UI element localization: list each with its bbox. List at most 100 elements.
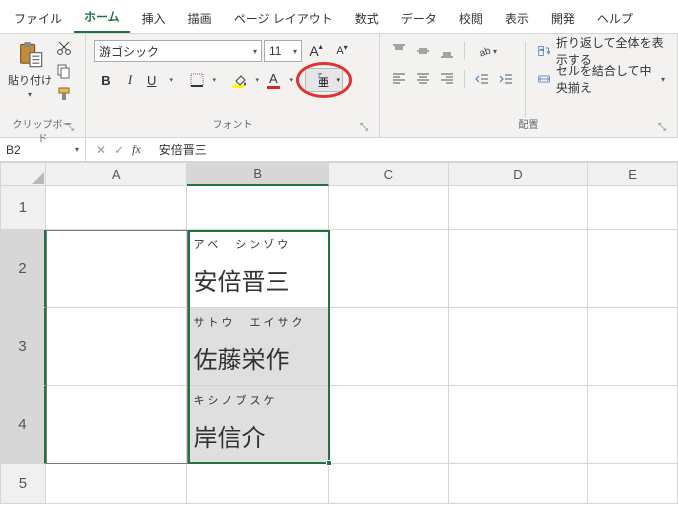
format-painter-button[interactable]: [56, 86, 72, 105]
tab-home[interactable]: ホーム: [74, 4, 130, 33]
font-color-button[interactable]: A▾: [262, 69, 296, 91]
cell-b3[interactable]: サトウ エイサク 佐藤栄作: [187, 308, 329, 386]
cell-b4-ruby: キシノブスケ: [193, 392, 277, 408]
cell-a2[interactable]: [46, 230, 188, 308]
font-dialog-launcher[interactable]: ⤡: [357, 121, 371, 135]
cell-a5[interactable]: [46, 464, 188, 504]
col-header-d[interactable]: D: [449, 162, 589, 186]
row-header-4[interactable]: 4: [0, 386, 46, 464]
copy-button[interactable]: [56, 63, 72, 82]
chevron-down-icon[interactable]: ▾: [28, 90, 32, 99]
row-header-5[interactable]: 5: [0, 464, 46, 504]
cell-b3-text: 佐藤栄作: [193, 340, 289, 375]
border-button[interactable]: ▾: [185, 69, 219, 91]
alignment-dialog-launcher[interactable]: ⤡: [655, 121, 669, 135]
cell-c1[interactable]: [329, 186, 449, 230]
cell-e5[interactable]: [588, 464, 678, 504]
chevron-down-icon[interactable]: ▾: [661, 75, 665, 84]
cell-a3[interactable]: [46, 308, 188, 386]
cell-c4[interactable]: [329, 386, 449, 464]
chevron-down-icon: ▾: [336, 76, 340, 84]
cell-d2[interactable]: [449, 230, 589, 308]
cell-b2-text: 安倍晋三: [193, 262, 289, 297]
chevron-down-icon: ▾: [255, 76, 259, 84]
underline-button[interactable]: U▾: [142, 69, 176, 91]
cut-button[interactable]: [56, 40, 72, 59]
worksheet-grid: A B C D E 1 2 アベ シンゾウ 安倍晋三 3 サトウ エイサク 佐藤…: [0, 162, 678, 504]
decrease-indent-button[interactable]: [471, 68, 493, 90]
row-header-1[interactable]: 1: [0, 186, 46, 230]
font-size-select[interactable]: 11▾: [264, 40, 302, 62]
cell-c5[interactable]: [329, 464, 449, 504]
fx-icon[interactable]: fx: [132, 142, 141, 157]
tab-draw[interactable]: 描画: [178, 6, 222, 33]
align-bottom-button[interactable]: [436, 40, 458, 62]
cell-d4[interactable]: [449, 386, 589, 464]
chevron-down-icon: ▾: [493, 47, 497, 56]
tab-view[interactable]: 表示: [495, 6, 539, 33]
select-all-triangle[interactable]: [0, 162, 46, 186]
svg-text:ab: ab: [539, 48, 543, 52]
paste-button[interactable]: 貼り付け ▾: [8, 40, 52, 119]
phonetic-guide-button[interactable]: ア亜 ▾: [305, 68, 343, 92]
italic-button[interactable]: I: [118, 69, 142, 91]
wrap-text-button[interactable]: ab 折り返して全体を表示する: [534, 40, 669, 62]
col-header-a[interactable]: A: [46, 162, 188, 186]
chevron-down-icon[interactable]: ▾: [75, 145, 79, 154]
cell-b1[interactable]: [187, 186, 329, 230]
align-center-button[interactable]: [412, 68, 434, 90]
align-left-button[interactable]: [388, 68, 410, 90]
cell-c2[interactable]: [329, 230, 449, 308]
align-middle-button[interactable]: [412, 40, 434, 62]
svg-text:亜: 亜: [318, 77, 329, 88]
tab-file[interactable]: ファイル: [4, 6, 72, 33]
align-right-button[interactable]: [436, 68, 458, 90]
merge-center-button[interactable]: セルを結合して中央揃え ▾: [534, 68, 669, 90]
cell-d5[interactable]: [449, 464, 589, 504]
cancel-icon[interactable]: ✕: [96, 143, 106, 157]
tab-developer[interactable]: 開発: [541, 6, 585, 33]
decrease-font-size-button[interactable]: A▾: [330, 40, 354, 62]
cell-e3[interactable]: [588, 308, 678, 386]
increase-font-size-button[interactable]: A▴: [304, 40, 328, 62]
col-header-c[interactable]: C: [329, 162, 449, 186]
cell-d3[interactable]: [449, 308, 589, 386]
cell-b4[interactable]: キシノブスケ 岸信介: [187, 386, 329, 464]
enter-icon[interactable]: ✓: [114, 143, 124, 157]
cell-a4[interactable]: [46, 386, 188, 464]
clipboard-dialog-launcher[interactable]: ⤡: [63, 121, 77, 135]
formula-input[interactable]: 安倍晋三: [151, 141, 678, 158]
cell-d1[interactable]: [449, 186, 589, 230]
tab-help[interactable]: ヘルプ: [587, 6, 643, 33]
cell-e1[interactable]: [588, 186, 678, 230]
svg-text:ab: ab: [478, 45, 493, 59]
tab-insert[interactable]: 挿入: [132, 6, 176, 33]
cell-b2[interactable]: アベ シンゾウ 安倍晋三: [187, 230, 329, 308]
tab-page-layout[interactable]: ページ レイアウト: [224, 6, 343, 33]
tab-data[interactable]: データ: [391, 6, 447, 33]
cell-e2[interactable]: [588, 230, 678, 308]
col-header-b[interactable]: B: [187, 162, 329, 186]
align-top-button[interactable]: [388, 40, 410, 62]
cell-e4[interactable]: [588, 386, 678, 464]
cell-c3[interactable]: [329, 308, 449, 386]
orientation-button[interactable]: ab▾: [471, 40, 503, 62]
group-label-alignment: 配置: [519, 120, 539, 131]
bold-button[interactable]: B: [94, 69, 118, 91]
tab-formulas[interactable]: 数式: [345, 6, 389, 33]
row-header-3[interactable]: 3: [0, 308, 46, 386]
ribbon: 貼り付け ▾ クリップボード⤡ 游ゴシック▾ 11▾ A▴ A▾: [0, 34, 678, 138]
cell-a1[interactable]: [46, 186, 188, 230]
chevron-down-icon[interactable]: ▾: [253, 47, 257, 56]
row-header-2[interactable]: 2: [0, 230, 46, 308]
font-name-select[interactable]: 游ゴシック▾: [94, 40, 262, 62]
increase-indent-button[interactable]: [495, 68, 517, 90]
group-label-font: フォント: [213, 120, 253, 131]
chevron-down-icon: ▾: [289, 76, 293, 84]
col-header-e[interactable]: E: [588, 162, 678, 186]
chevron-down-icon[interactable]: ▾: [293, 47, 297, 56]
chevron-down-icon: ▾: [212, 76, 216, 84]
fill-color-button[interactable]: ▾: [228, 69, 262, 91]
tab-review[interactable]: 校閲: [449, 6, 493, 33]
cell-b5[interactable]: [187, 464, 329, 504]
